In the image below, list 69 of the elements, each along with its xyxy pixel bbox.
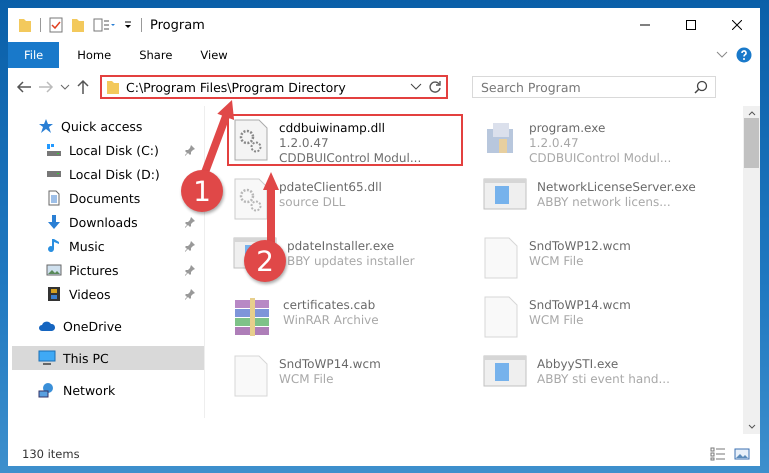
file-item[interactable]: cddbuiwinamp.dll 1.2.0.47 CDDBUIControl Modul... [279,119,422,166]
network-icon [38,382,56,398]
gear-file-icon [233,119,269,161]
tiles-view-icon[interactable] [734,447,750,461]
sidebar-item[interactable]: Downloads [12,210,204,234]
minimize-icon[interactable] [640,24,650,26]
window-title: Program [150,18,205,32]
scroll-down-icon[interactable] [748,424,756,430]
scrollbar[interactable] [743,106,760,434]
back-arrow-icon[interactable] [16,80,32,94]
file-item[interactable]: SndToWP14.wcm WCM File [529,296,631,328]
dropdown-icon [123,20,133,30]
monitor-icon [38,350,56,366]
file-item[interactable]: AbbyySTI.exe ABBY sti event hand... [537,355,670,387]
ribbon-tab[interactable]: Home [63,42,126,68]
chevron-down-icon[interactable] [410,83,422,91]
search-field[interactable]: Search Program [472,76,716,98]
scroll-thumb[interactable] [744,118,759,168]
sidebar-item[interactable]: This PC [12,346,204,370]
chevron-down-icon[interactable] [60,83,70,91]
drive-icon [46,142,62,158]
music-note-icon [46,238,62,254]
details-view-icon[interactable] [710,447,726,461]
file-tab[interactable]: File [8,42,60,68]
gear-file-icon [233,178,269,220]
document-icon [46,190,62,206]
help-icon[interactable] [736,47,752,63]
file-item[interactable]: SndToWP12.wcm WCM File [529,237,631,269]
sidebar-item[interactable]: Quick access [12,114,204,138]
down-arrow-icon [46,214,62,230]
drive-icon [46,170,62,178]
film-icon [46,286,62,302]
window-icon [483,178,527,210]
sidebar-item[interactable]: Videos [12,282,204,306]
up-arrow-icon[interactable] [76,79,90,95]
sidebar-item[interactable]: Network [12,378,204,402]
sidebar-item[interactable]: Local Disk (D:) [12,162,168,186]
properties-icon [93,18,115,32]
search-icon[interactable] [694,80,708,94]
sidebar-item[interactable]: Local Disk (C:) [12,138,204,162]
picture-icon [46,262,62,278]
file-item[interactable]: NetworkLicenseServer.exe ABBY network licens... [537,178,696,210]
folder-icon [106,79,120,95]
sidebar-item[interactable]: Pictures [12,258,204,282]
ribbon-tab[interactable]: View [186,42,242,68]
cloud-icon [38,320,56,332]
folder-icon [71,17,85,33]
close-icon[interactable] [732,20,742,30]
file-item[interactable]: SndToWP14.wcm WCM File [279,355,381,387]
star-icon [38,118,54,134]
blank-file-icon [233,355,269,397]
sidebar-item[interactable]: OneDrive [12,314,204,338]
file-item[interactable]: program.exe 1.2.0.47 CDDBUIControl Modul... [529,119,672,166]
file-item[interactable]: certificates.cab WinRAR Archive [283,296,379,328]
address-bar[interactable]: C:\Program Files\Program Directory [100,75,448,99]
ribbon-tab[interactable]: Share [125,42,186,68]
sidebar-item[interactable]: Documents [12,186,148,210]
file-item[interactable]: pdateClient65.dll source DLL [279,178,382,210]
folder-icon [18,17,32,33]
maximize-icon[interactable] [686,20,696,30]
file-item[interactable]: pdateInstaller.exe BBY updates installer [287,237,415,269]
refresh-icon[interactable] [428,80,442,94]
blank-file-icon [483,296,519,338]
checklist-icon [49,17,63,33]
scroll-up-icon[interactable] [748,110,756,116]
sidebar-item[interactable]: Music [12,234,204,258]
blank-file-icon [483,237,519,279]
item-count: 130 items [22,447,80,461]
window-icon [483,355,527,387]
